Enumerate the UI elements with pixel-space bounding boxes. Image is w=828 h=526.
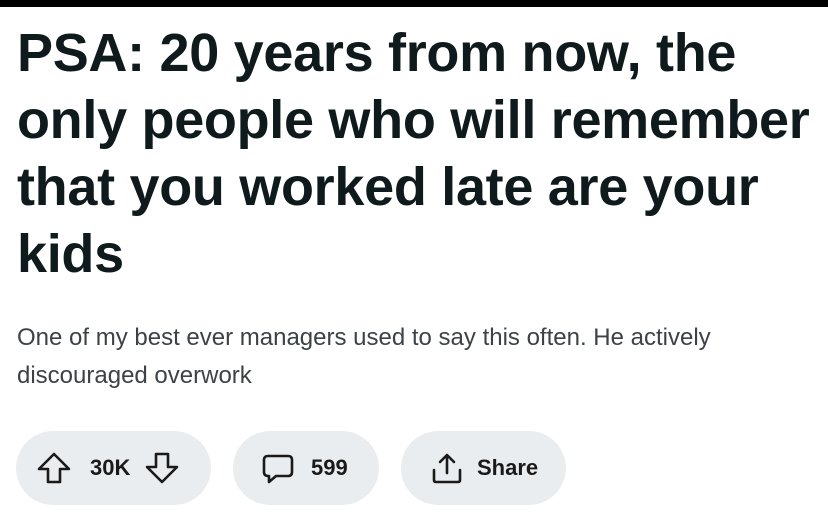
post-title[interactable]: PSA: 20 years from now, the only people … <box>17 20 817 288</box>
post-action-bar: 30K 599 Share <box>16 431 566 505</box>
comments-button[interactable]: 599 <box>233 431 379 505</box>
vote-count: 30K <box>90 455 131 480</box>
arrow-down-icon[interactable] <box>144 450 180 486</box>
share-icon <box>429 450 465 486</box>
comment-count: 599 <box>311 455 348 480</box>
post-body-text: One of my best ever managers used to say… <box>17 324 711 389</box>
comment-bubble-icon <box>261 451 295 485</box>
share-label: Share <box>477 455 539 480</box>
share-button[interactable]: Share <box>401 431 566 505</box>
arrow-up-icon[interactable] <box>36 450 72 486</box>
vote-pill: 30K <box>16 431 211 505</box>
top-bar <box>0 0 828 7</box>
